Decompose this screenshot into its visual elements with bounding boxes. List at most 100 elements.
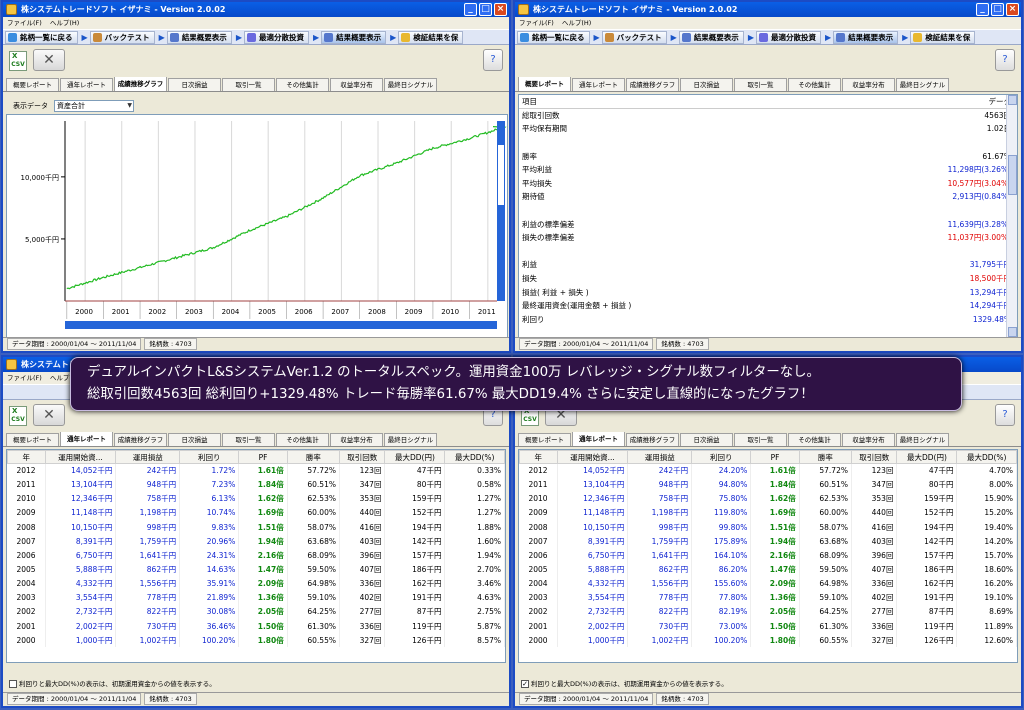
tab-return-dist[interactable]: 収益率分布 [842,433,895,446]
menu-help[interactable]: ヘルプ(H) [50,19,79,27]
nav-backtest[interactable]: バックテスト [89,30,155,44]
menu-help[interactable]: ヘルプ(H) [562,19,591,27]
nav-portfolio[interactable]: 最適分散投資 [243,30,309,44]
column-header[interactable]: PF [238,450,288,464]
tab-return-dist[interactable]: 収益率分布 [842,78,895,91]
scroll-down-icon[interactable] [1008,327,1017,337]
tab-daily[interactable]: 日次損益 [168,433,221,446]
column-header[interactable]: 最大DD(%) [956,450,1017,464]
table-row[interactable]: 2000 1,000千円 1,002千円 100.20% 1.80倍 60.55% 327回… [519,633,1017,648]
maximize-button[interactable]: □ [991,3,1004,16]
nav-result-summary[interactable]: 結果概要表示 [166,30,232,44]
vertical-scrollbar[interactable] [1006,95,1017,337]
column-header[interactable]: 最大DD(円) [384,450,446,464]
tab-other[interactable]: その他集計 [788,433,841,446]
nav-portfolio[interactable]: 最適分散投資 [755,30,821,44]
initial-capital-checkbox[interactable]: ✓ [521,680,529,688]
tab-last-signal[interactable]: 最終日シグナル [896,433,949,446]
column-header[interactable]: 運用損益 [115,450,181,464]
column-header[interactable]: 勝率 [798,450,852,464]
table-row[interactable]: 2010 12,346千円 758千円 75.80% 1.62倍 62.53% 353回 15… [519,491,1017,506]
tab-trades[interactable]: 取引一覧 [222,433,275,446]
table-row[interactable]: 2003 3,554千円 778千円 77.80% 1.36倍 59.10% 402回 191… [519,590,1017,605]
tab-last-signal[interactable]: 最終日シグナル [896,78,949,91]
table-row[interactable]: 2008 10,150千円 998千円 9.83% 1.51倍 58.07% 416回 194… [7,520,505,535]
tab-yearly[interactable]: 通年レポート [572,78,625,91]
column-header[interactable]: 利回り [179,450,240,464]
tab-return-dist[interactable]: 収益率分布 [330,78,383,91]
tab-last-signal[interactable]: 最終日シグナル [384,78,437,91]
tab-last-signal[interactable]: 最終日シグナル [384,433,437,446]
tab-graph[interactable]: 成績推移グラフ [114,433,167,446]
column-header[interactable]: 利回り [691,450,752,464]
tab-overview[interactable]: 概要レポート [6,433,59,446]
title-bar[interactable]: 株システムトレードソフト イザナミ - Version 2.0.02 _ □ × [515,2,1021,17]
initial-capital-checkbox-row[interactable]: ✓ 利回りと最大DD(%)の表示は、初期運用資金からの値を表示する。 [521,678,728,688]
minimize-button[interactable]: _ [976,3,989,16]
nav-result-summary-2[interactable]: 結果概要表示 [321,30,387,44]
tab-overview[interactable]: 概要レポート [518,433,571,446]
nav-back-to-list[interactable]: 銘柄一覧に戻る [5,30,78,44]
help-icon[interactable]: ? [995,49,1015,71]
csv-export-icon[interactable]: CSV [9,398,27,426]
tab-yearly[interactable]: 通年レポート [60,78,113,91]
tab-overview[interactable]: 概要レポート [6,78,59,91]
column-header[interactable]: 運用開始資... [44,450,117,464]
tab-return-dist[interactable]: 収益率分布 [330,433,383,446]
nav-result-summary-2[interactable]: 結果概要表示 [833,30,899,44]
tab-other[interactable]: その他集計 [788,78,841,91]
nav-save-results[interactable]: 検証結果を保 [910,30,976,44]
scroll-up-icon[interactable] [1008,95,1017,105]
table-row[interactable]: 2006 6,750千円 1,641千円 164.10% 2.16倍 68.09% 396回… [519,548,1017,563]
nav-save-results[interactable]: 検証結果を保 [398,30,464,44]
column-header[interactable]: 年 [7,450,46,464]
table-row[interactable]: 2007 8,391千円 1,759千円 175.89% 1.94倍 63.68% 403回… [519,534,1017,549]
table-row[interactable]: 2003 3,554千円 778千円 21.89% 1.36倍 59.10% 402回 191… [7,590,505,605]
tab-other[interactable]: その他集計 [276,433,329,446]
tab-yearly[interactable]: 通年レポート [60,431,113,446]
column-header[interactable]: 運用損益 [627,450,693,464]
table-row[interactable]: 2000 1,000千円 1,002千円 100.20% 1.80倍 60.55% 327回… [7,633,505,648]
close-button[interactable]: × [494,3,507,16]
column-header[interactable]: 運用開始資... [556,450,629,464]
table-row[interactable]: 2001 2,002千円 730千円 36.46% 1.50倍 61.30% 336回 119… [7,619,505,634]
table-row[interactable]: 2002 2,732千円 822千円 82.19% 2.05倍 64.25% 277回 87千… [519,604,1017,620]
column-header[interactable]: 取引回数 [850,450,898,464]
column-header[interactable]: 最大DD(円) [896,450,958,464]
tab-graph[interactable]: 成績推移グラフ [114,76,167,91]
table-row[interactable]: 2004 4,332千円 1,556千円 155.60% 2.09倍 64.98% 336回… [519,576,1017,591]
tab-trades[interactable]: 取引一覧 [222,78,275,91]
table-row[interactable]: 2005 5,888千円 862千円 14.63% 1.47倍 59.50% 407回 186… [7,562,505,577]
nav-result-summary[interactable]: 結果概要表示 [678,30,744,44]
column-header[interactable]: 最大DD(%) [444,450,505,464]
tab-graph[interactable]: 成績推移グラフ [626,78,679,91]
table-row[interactable]: 2012 14,052千円 242千円 24.20% 1.61倍 57.72% 123回 47… [519,463,1017,478]
close-button[interactable]: × [1006,3,1019,16]
table-row[interactable]: 2011 13,104千円 948千円 94.80% 1.84倍 60.51% 347回 80… [519,477,1017,492]
scroll-thumb[interactable] [1008,155,1017,195]
table-row[interactable]: 2011 13,104千円 948千円 7.23% 1.84倍 60.51% 347回 80千… [7,477,505,492]
table-row[interactable]: 2006 6,750千円 1,641千円 24.31% 2.16倍 68.09% 396回 1… [7,548,505,563]
initial-capital-checkbox[interactable] [9,680,17,688]
maximize-button[interactable]: □ [479,3,492,16]
column-header[interactable]: 取引回数 [338,450,386,464]
minimize-button[interactable]: _ [464,3,477,16]
menu-file[interactable]: ファイル(F) [7,19,42,27]
table-row[interactable]: 2004 4,332千円 1,556千円 35.91% 2.09倍 64.98% 336回 1… [7,576,505,591]
tab-trades[interactable]: 取引一覧 [734,78,787,91]
table-row[interactable]: 2001 2,002千円 730千円 73.00% 1.50倍 61.30% 336回 119… [519,619,1017,634]
tab-trades[interactable]: 取引一覧 [734,433,787,446]
tab-daily[interactable]: 日次損益 [680,78,733,91]
column-header[interactable]: PF [750,450,800,464]
tab-other[interactable]: その他集計 [276,78,329,91]
tab-daily[interactable]: 日次損益 [680,433,733,446]
nav-backtest[interactable]: バックテスト [601,30,667,44]
display-data-select[interactable]: 資産合計 [54,100,134,112]
initial-capital-checkbox-row[interactable]: 利回りと最大DD(%)の表示は、初期運用資金からの値を表示する。 [9,678,216,688]
tab-overview[interactable]: 概要レポート [518,76,571,91]
tab-yearly[interactable]: 通年レポート [572,431,625,446]
table-row[interactable]: 2005 5,888千円 862千円 86.20% 1.47倍 59.50% 407回 186… [519,562,1017,577]
csv-export-icon[interactable]: CSV [9,43,27,71]
settings-tools-icon[interactable]: ✕ [33,49,65,71]
menu-file[interactable]: ファイル(F) [519,19,554,27]
